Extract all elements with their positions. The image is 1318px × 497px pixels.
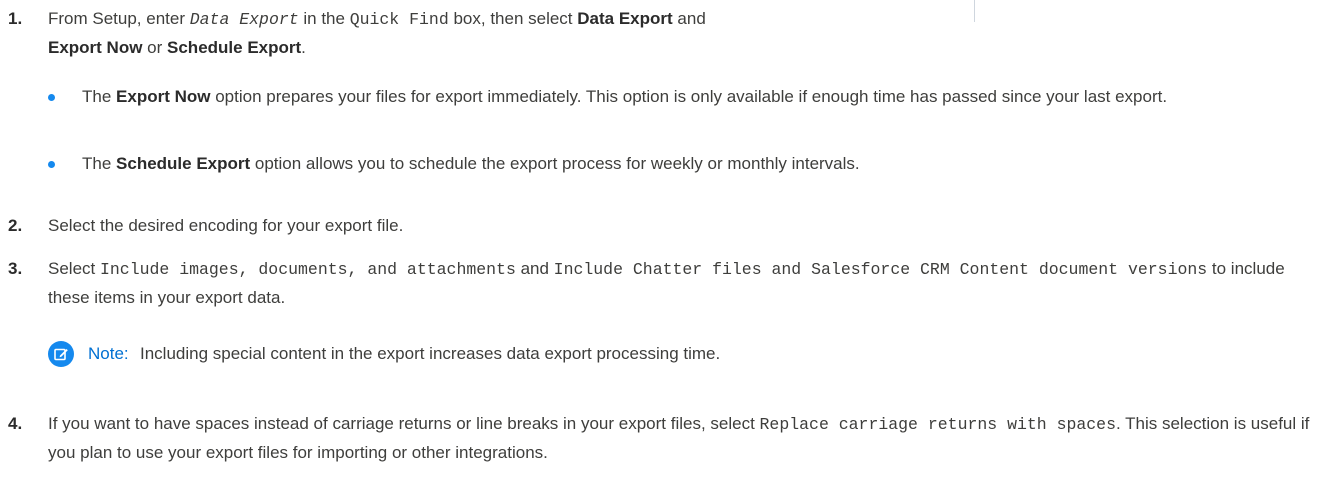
step-text: Select the desired encoding for your exp… <box>48 216 404 235</box>
code-term: Quick Find <box>349 10 449 29</box>
step-number: 1. <box>8 9 23 28</box>
note-text: Including special content in the export … <box>140 344 721 363</box>
ui-term: Export Now <box>116 87 211 106</box>
ui-term: Schedule Export <box>116 154 251 173</box>
code-term: Include images, documents, and attachmen… <box>99 260 516 279</box>
list-item: The Schedule Export option allows you to… <box>48 150 1313 178</box>
note-label: Note: <box>88 344 129 363</box>
code-term: Include Chatter files and Salesforce CRM… <box>553 260 1208 279</box>
edit-note-icon <box>48 341 74 367</box>
bullet-dot <box>48 161 55 168</box>
ui-term: Data Export <box>577 9 673 28</box>
step-1: 1. From Setup, enter Data Export in the … <box>8 5 1313 62</box>
documentation-page: 1. From Setup, enter Data Export in the … <box>0 0 1318 497</box>
bullet-dot <box>48 94 55 101</box>
list-item: The Export Now option prepares your file… <box>48 83 1313 111</box>
step-text: From Setup, enter Data Export in the Qui… <box>48 9 706 57</box>
ui-term: Schedule Export <box>167 38 302 57</box>
step-2: 2. Select the desired encoding for your … <box>8 212 1313 240</box>
step-4: 4. If you want to have spaces instead of… <box>8 410 1313 467</box>
step-number: 4. <box>8 414 23 433</box>
step-number: 2. <box>8 216 23 235</box>
step-text: Select Include images, documents, and at… <box>48 259 1285 307</box>
code-term: Replace carriage returns with spaces <box>759 415 1116 434</box>
step-text: If you want to have spaces instead of ca… <box>48 414 1310 462</box>
step-3: 3. Select Include images, documents, and… <box>8 255 1313 312</box>
ui-term: Export Now <box>48 38 143 57</box>
code-term: Data Export <box>189 10 299 29</box>
step-number: 3. <box>8 259 23 278</box>
